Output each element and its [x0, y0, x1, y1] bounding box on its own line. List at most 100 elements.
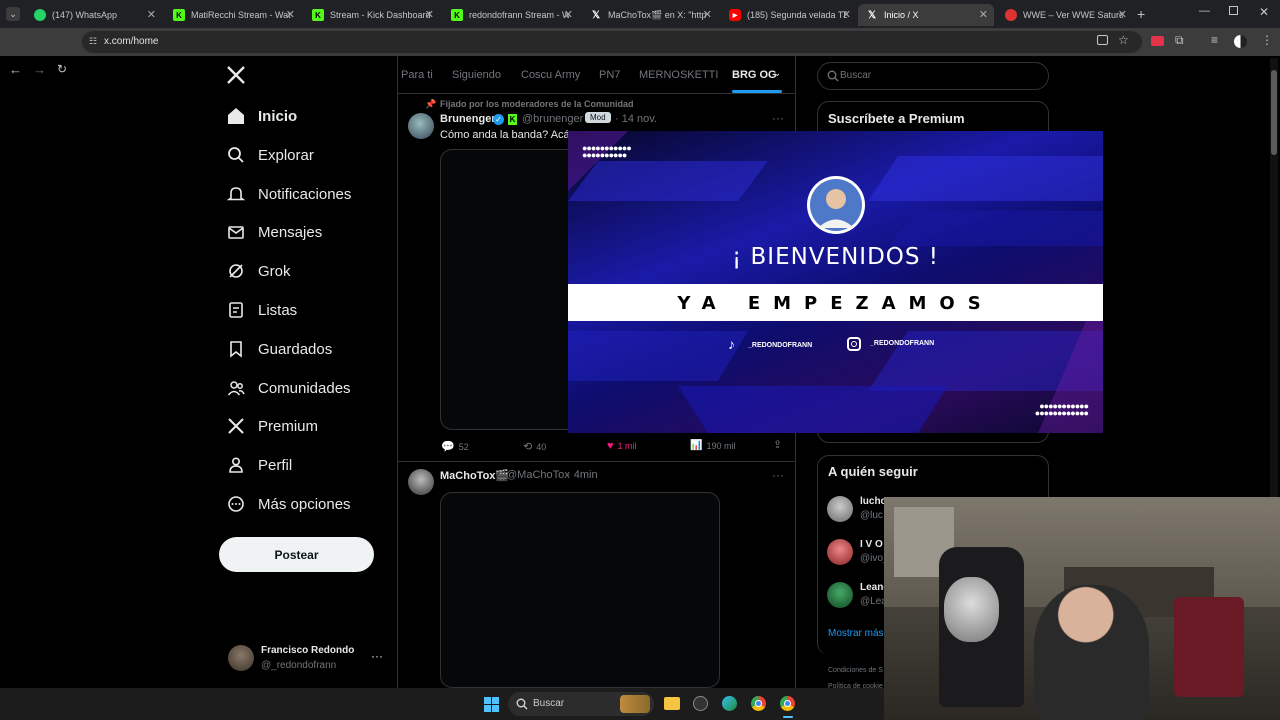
post-media[interactable]: [440, 149, 568, 430]
post-time[interactable]: · 4min: [567, 469, 598, 481]
post-time[interactable]: · 14 nov.: [615, 113, 657, 125]
edge-icon[interactable]: [722, 696, 737, 711]
post-author-name[interactable]: Brunenger: [440, 113, 496, 125]
app-icon[interactable]: [693, 696, 708, 711]
tab-para-ti[interactable]: Para ti: [401, 69, 433, 81]
kick-icon: K: [451, 9, 463, 21]
nav-item-mas-opciones[interactable]: Más opciones: [226, 489, 351, 519]
reload-icon[interactable]: ↻: [57, 62, 67, 76]
star-bookmark-icon[interactable]: ☆: [1118, 33, 1129, 47]
chevron-down-icon[interactable]: ⌄: [773, 68, 781, 79]
whatsapp-icon: [34, 9, 46, 21]
extensions-puzzle-icon[interactable]: ⧉: [1175, 33, 1184, 48]
nav-item-notificaciones[interactable]: Notificaciones: [226, 179, 351, 209]
heart-icon: ♥: [607, 440, 614, 452]
browser-tab[interactable]: ▶ (185) Segunda velada TB/ ✕: [721, 4, 857, 26]
nav-item-listas[interactable]: Listas: [226, 295, 297, 325]
close-icon[interactable]: ✕: [286, 8, 295, 21]
follow-item[interactable]: lucho @luc: [827, 494, 887, 524]
more-dots-icon[interactable]: ···: [371, 649, 383, 663]
post-button[interactable]: Postear: [219, 537, 374, 572]
avatar: [228, 645, 254, 671]
chrome-icon[interactable]: [751, 696, 766, 711]
avatar[interactable]: [408, 469, 434, 495]
close-window-icon[interactable]: ✕: [1259, 5, 1269, 19]
site-info-icon[interactable]: ☷: [89, 36, 97, 47]
browser-tab-active[interactable]: 𝕏 Inicio / X ✕: [858, 4, 994, 26]
close-icon[interactable]: ✕: [425, 8, 434, 21]
browser-tab[interactable]: K MatiRecchi Stream - Watc ✕: [165, 4, 301, 26]
avatar[interactable]: [408, 113, 434, 139]
profile-avatar-icon[interactable]: [1234, 35, 1247, 48]
restore-icon[interactable]: [1229, 6, 1238, 15]
tab-coscu-army[interactable]: Coscu Army: [521, 69, 580, 81]
tab-pn7[interactable]: PN7: [599, 69, 620, 81]
minimize-icon[interactable]: —: [1199, 5, 1210, 17]
back-arrow-icon[interactable]: ←: [9, 62, 22, 77]
browser-tab[interactable]: K redondofrann Stream - W ✕: [443, 4, 579, 26]
nav-item-perfil[interactable]: Perfil: [226, 450, 292, 480]
repost-action[interactable]: ⟲ 40: [523, 440, 546, 453]
file-explorer-icon[interactable]: [664, 697, 680, 710]
like-action[interactable]: ♥ 1 mil: [607, 440, 637, 452]
close-icon[interactable]: ✕: [703, 8, 712, 21]
share-icon[interactable]: ⇪: [773, 438, 782, 451]
new-tab-plus-icon[interactable]: +: [1137, 6, 1145, 22]
nav-item-inicio[interactable]: Inicio: [226, 101, 297, 131]
pin-icon: 📌: [425, 99, 437, 109]
stream-overlay: ●●●●●●●●●●● ●●●●●●●●●● ●●●●●●●●●●● ●●●●●●●…: [568, 131, 1103, 433]
close-icon[interactable]: ✕: [1118, 8, 1127, 21]
account-switcher[interactable]: Francisco Redondo @_redondofrann ···: [226, 643, 386, 675]
show-more-link[interactable]: Mostrar más: [828, 628, 884, 639]
follow-item[interactable]: I V O @ivo_: [827, 537, 889, 567]
nav-item-premium[interactable]: Premium: [226, 411, 318, 441]
nav-item-comunidades[interactable]: Comunidades: [226, 373, 351, 403]
nav-item-explorar[interactable]: Explorar: [226, 140, 314, 170]
nav-item-guardados[interactable]: Guardados: [226, 334, 332, 364]
tab-mernosketti[interactable]: MERNOSKETTI: [639, 69, 718, 81]
x-logo-icon[interactable]: [226, 65, 248, 87]
tab-search-icon[interactable]: ≡: [1211, 33, 1218, 47]
chrome-profile-icon[interactable]: [780, 696, 795, 711]
mail-icon: [226, 222, 246, 242]
post-author-handle[interactable]: @MaChoTox: [506, 469, 570, 481]
search-placeholder: Buscar: [840, 70, 872, 81]
post-author-name[interactable]: MaChoTox🎬: [440, 469, 509, 482]
browser-tab[interactable]: (147) WhatsApp ✕: [26, 4, 162, 26]
follow-item[interactable]: Leand @Lea: [827, 580, 889, 610]
close-icon[interactable]: ✕: [842, 8, 851, 21]
nav-item-grok[interactable]: Grok: [226, 256, 291, 286]
kick-badge-icon: K: [508, 114, 517, 125]
adblock-extension-icon[interactable]: [1151, 36, 1164, 46]
browser-tab[interactable]: WWE – Ver WWE Saturda ✕: [997, 4, 1133, 26]
install-app-icon[interactable]: [1097, 35, 1108, 45]
webcam-jersey: [1174, 597, 1244, 697]
footer-link[interactable]: Condiciones de S: [828, 667, 883, 674]
taskbar-search[interactable]: Buscar: [508, 692, 654, 716]
view-count: 190 mil: [706, 440, 736, 451]
close-icon[interactable]: ✕: [564, 8, 573, 21]
reply-action[interactable]: 💬 52: [441, 440, 469, 453]
tab-brg-og[interactable]: BRG OG: [732, 69, 777, 81]
post-author-handle[interactable]: @brunenger: [522, 113, 583, 125]
views-action[interactable]: 📊 190 mil: [690, 440, 735, 451]
post-more-icon[interactable]: ···: [772, 111, 784, 125]
kick-icon: K: [173, 9, 185, 21]
nav-item-mensajes[interactable]: Mensajes: [226, 217, 322, 247]
tab-siguiendo[interactable]: Siguiendo: [452, 69, 501, 81]
forward-arrow-icon[interactable]: →: [33, 62, 46, 77]
tab-list-chevron-icon[interactable]: ⌄: [6, 7, 20, 21]
search-input[interactable]: Buscar: [817, 62, 1049, 90]
address-bar[interactable]: ☷: [82, 31, 1142, 53]
windows-start-icon[interactable]: [484, 697, 499, 712]
search-icon: [226, 145, 246, 165]
close-icon[interactable]: ✕: [147, 8, 156, 21]
overlay-dots: ●●●●●●●●●●● ●●●●●●●●●●●●: [1034, 401, 1089, 418]
browser-menu-icon[interactable]: ⋮: [1261, 33, 1273, 47]
scrollbar-thumb[interactable]: [1271, 70, 1277, 155]
browser-tab[interactable]: K Stream - Kick Dashboard ✕: [304, 4, 440, 26]
post-media[interactable]: [440, 492, 720, 688]
close-icon[interactable]: ✕: [979, 8, 988, 21]
post-more-icon[interactable]: ···: [772, 468, 784, 482]
browser-tab[interactable]: 𝕏 MaChoTox🎬 en X: "http ✕: [582, 4, 718, 26]
